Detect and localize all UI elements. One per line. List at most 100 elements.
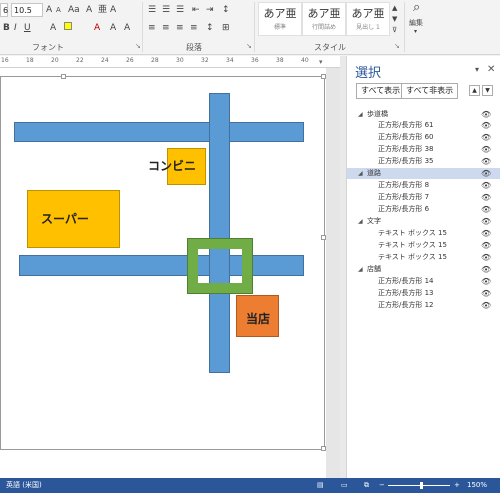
visibility-eye-icon[interactable]: 👁 (481, 288, 491, 299)
style-tile-heading1[interactable]: あア亜 見出し 1 (346, 2, 390, 36)
convenience-store-label[interactable]: コンビニ (148, 157, 196, 174)
find-icon[interactable]: ⌕ (413, 1, 420, 14)
shading-icon[interactable]: A (110, 22, 116, 34)
language-indicator[interactable]: 英語 (米国) (6, 478, 42, 493)
visibility-eye-icon[interactable]: 👁 (481, 228, 491, 239)
underline-icon[interactable]: U (24, 22, 31, 34)
object-row[interactable]: 正方形/長方形 6 👁 (347, 204, 500, 215)
sort-icon[interactable]: ↕ (222, 4, 230, 16)
grow-font-icon[interactable]: A (46, 4, 52, 16)
object-row[interactable]: 正方形/長方形 12 👁 (347, 300, 500, 311)
zoom-in-icon[interactable]: + (454, 478, 460, 493)
object-row[interactable]: テキスト ボックス 15 👁 (347, 252, 500, 263)
group-row-shops[interactable]: ◢ 店舗 👁 (347, 264, 500, 275)
visibility-eye-icon[interactable]: 👁 (481, 252, 491, 263)
visibility-eye-icon[interactable]: 👁 (481, 204, 491, 215)
visibility-eye-icon[interactable]: 👁 (481, 156, 491, 167)
zoom-level[interactable]: 150% (467, 478, 487, 493)
zoom-slider-track[interactable] (388, 485, 450, 486)
object-row[interactable]: 正方形/長方形 13 👁 (347, 288, 500, 299)
canvas-resize-handle[interactable] (61, 74, 66, 79)
object-row[interactable]: 正方形/長方形 14 👁 (347, 276, 500, 287)
close-icon[interactable]: ✕ (487, 64, 495, 75)
ruler-indent-marker-icon[interactable]: ▾ (319, 58, 323, 66)
pedestrian-bridge[interactable] (187, 238, 253, 294)
multilevel-icon[interactable]: ☰ (176, 4, 184, 16)
object-row[interactable]: 正方形/長方形 7 👁 (347, 192, 500, 203)
collapse-icon[interactable]: ◢ (358, 264, 363, 275)
object-row[interactable]: テキスト ボックス 15 👁 (347, 228, 500, 239)
increase-indent-icon[interactable]: ⇥ (206, 4, 214, 16)
supermarket-label[interactable]: スーパー (41, 210, 89, 227)
visibility-eye-icon[interactable]: 👁 (481, 300, 491, 311)
italic-icon[interactable]: I (14, 22, 17, 34)
canvas-resize-handle[interactable] (321, 235, 326, 240)
visibility-eye-icon[interactable]: 👁 (481, 240, 491, 251)
highlight-icon[interactable] (64, 22, 72, 34)
visibility-eye-icon[interactable]: 👁 (481, 109, 491, 120)
send-backward-icon[interactable]: ▼ (482, 85, 493, 96)
drawing-canvas[interactable]: コンビニ スーパー 当店 (0, 74, 326, 451)
visibility-eye-icon[interactable]: 👁 (481, 144, 491, 155)
pane-options-icon[interactable]: ▾ (475, 65, 479, 74)
edit-dropdown-icon[interactable]: ▾ (414, 26, 417, 38)
collapse-icon[interactable]: ◢ (358, 168, 363, 179)
decrease-indent-icon[interactable]: ⇤ (192, 4, 200, 16)
phonetic-icon[interactable]: 亜 (98, 4, 107, 16)
object-row[interactable]: 正方形/長方形 35 👁 (347, 156, 500, 167)
object-row[interactable]: 正方形/長方形 61 👁 (347, 120, 500, 131)
object-row[interactable]: 正方形/長方形 8 👁 (347, 180, 500, 191)
font-color-icon[interactable]: A (94, 22, 100, 34)
borders-icon[interactable]: ⊞ (222, 22, 230, 34)
style-tile-normal[interactable]: あア亜 標準 (258, 2, 302, 36)
web-layout-icon[interactable]: ⧉ (364, 478, 369, 493)
visibility-eye-icon[interactable]: 👁 (481, 216, 491, 227)
line-spacing-icon[interactable]: ↕ (206, 22, 214, 34)
road-horizontal-top[interactable] (14, 122, 304, 142)
font-name-box[interactable]: 6 (0, 3, 8, 17)
visibility-eye-icon[interactable]: 👁 (481, 276, 491, 287)
text-effect-icon[interactable]: A (50, 22, 56, 34)
bullets-icon[interactable]: ☰ (148, 4, 156, 16)
road-vertical[interactable] (209, 93, 230, 373)
zoom-slider-thumb[interactable] (420, 482, 423, 489)
align-right-icon[interactable]: ≡ (176, 22, 184, 34)
canvas-resize-handle[interactable] (321, 74, 326, 79)
group-row-road[interactable]: ◢ 道路 👁 (347, 168, 500, 179)
collapse-icon[interactable]: ◢ (358, 216, 363, 227)
print-layout-icon[interactable]: ▭ (341, 478, 348, 493)
visibility-eye-icon[interactable]: 👁 (481, 132, 491, 143)
style-launcher-icon[interactable]: ↘ (394, 42, 400, 50)
justify-icon[interactable]: ≡ (190, 22, 198, 34)
our-store-label[interactable]: 当店 (246, 310, 270, 327)
show-all-button[interactable]: すべて表示 (356, 83, 406, 99)
visibility-eye-icon[interactable]: 👁 (481, 168, 491, 179)
font-launcher-icon[interactable]: ↘ (135, 42, 141, 50)
numbering-icon[interactable]: ☰ (162, 4, 170, 16)
align-center-icon[interactable]: ≡ (162, 22, 170, 34)
hide-all-button[interactable]: すべて非表示 (401, 83, 459, 99)
visibility-eye-icon[interactable]: 👁 (481, 120, 491, 131)
paragraph-launcher-icon[interactable]: ↘ (246, 42, 252, 50)
group-row-footbridge[interactable]: ◢ 歩道橋 👁 (347, 109, 500, 120)
case-icon[interactable]: Aa (68, 4, 80, 16)
object-row[interactable]: 正方形/長方形 60 👁 (347, 132, 500, 143)
collapse-icon[interactable]: ◢ (358, 109, 363, 120)
visibility-eye-icon[interactable]: 👁 (481, 264, 491, 275)
object-row[interactable]: テキスト ボックス 15 👁 (347, 240, 500, 251)
road-horizontal-bottom[interactable] (19, 255, 304, 276)
horizontal-ruler[interactable]: 16 18 20 22 24 26 28 30 32 34 36 38 40 ▾ (0, 56, 340, 68)
document-page[interactable]: コンビニ スーパー 当店 (0, 68, 326, 478)
align-left-icon[interactable]: ≡ (148, 22, 156, 34)
read-mode-icon[interactable]: ▤ (317, 478, 324, 493)
canvas-resize-handle[interactable] (321, 446, 326, 451)
char-border-icon[interactable]: A (124, 22, 130, 34)
group-row-text[interactable]: ◢ 文字 👁 (347, 216, 500, 227)
style-more-icon[interactable]: ⊽ (392, 24, 397, 36)
clear-format-icon[interactable]: A (86, 4, 92, 16)
object-row[interactable]: 正方形/長方形 38 👁 (347, 144, 500, 155)
shrink-font-icon[interactable]: A (56, 4, 61, 16)
bring-forward-icon[interactable]: ▲ (469, 85, 480, 96)
visibility-eye-icon[interactable]: 👁 (481, 180, 491, 191)
visibility-eye-icon[interactable]: 👁 (481, 192, 491, 203)
